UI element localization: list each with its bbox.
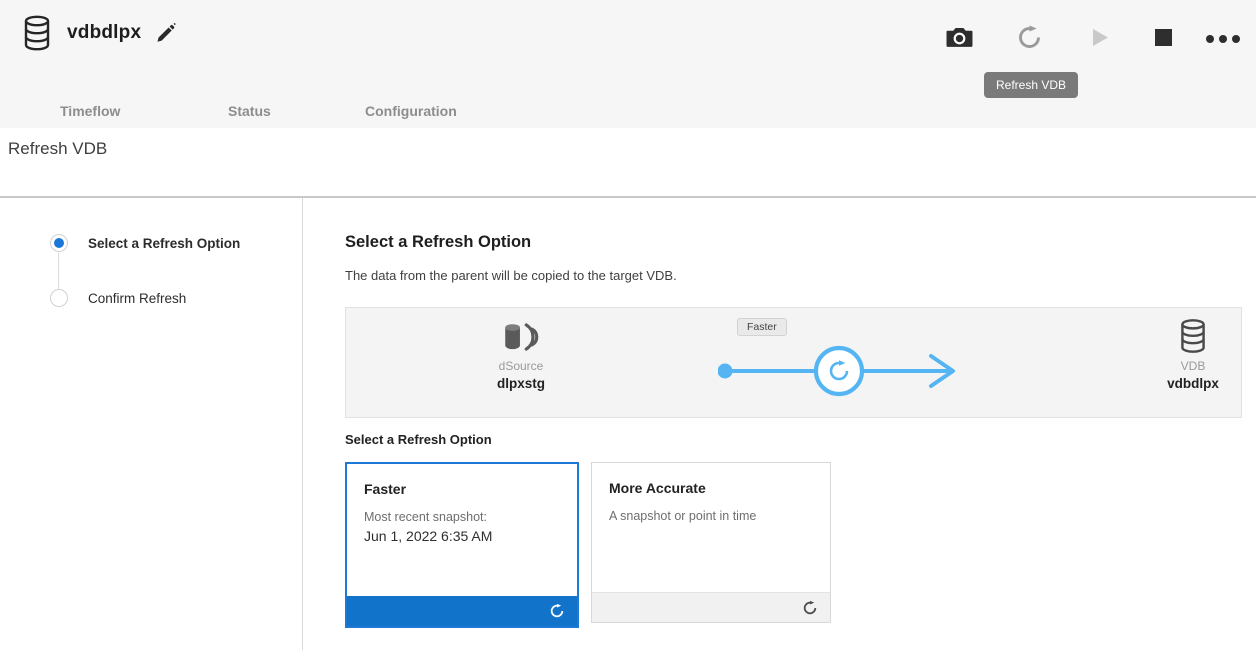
options-group-label: Select a Refresh Option <box>345 432 492 447</box>
tab-timeflow[interactable]: Timeflow <box>60 103 120 119</box>
tab-configuration[interactable]: Configuration <box>365 103 457 119</box>
header: vdbdlpx Refresh VDB Timeflow Status Conf… <box>0 0 1256 128</box>
refresh-vdb-tooltip: Refresh VDB <box>984 72 1078 98</box>
vdb-node: VDB vdbdlpx <box>1153 318 1233 391</box>
section-description: The data from the parent will be copied … <box>345 268 677 283</box>
step-label: Select a Refresh Option <box>88 236 240 251</box>
faster-badge: Faster <box>737 318 787 336</box>
option-title: More Accurate <box>609 480 813 496</box>
vdb-name: vdbdlpx <box>1167 376 1219 391</box>
refresh-vdb-icon[interactable] <box>1016 24 1043 51</box>
step-indicator-inactive <box>50 289 68 307</box>
vdb-icon <box>1178 318 1208 354</box>
vdb-type-label: VDB <box>1181 359 1206 373</box>
option-subtitle: Most recent snapshot: <box>364 508 560 526</box>
option-refresh-action[interactable] <box>347 596 577 626</box>
dsource-type-label: dSource <box>499 359 544 373</box>
option-snapshot-date: Jun 1, 2022 6:35 AM <box>364 528 560 544</box>
section-heading: Select a Refresh Option <box>345 233 531 252</box>
wizard-step-select-option[interactable]: Select a Refresh Option <box>50 234 240 252</box>
page-title: Refresh VDB <box>8 139 107 159</box>
option-card-faster[interactable]: Faster Most recent snapshot: Jun 1, 2022… <box>345 462 579 628</box>
option-card-more-accurate[interactable]: More Accurate A snapshot or point in tim… <box>591 462 831 623</box>
stop-vdb-icon[interactable] <box>1155 29 1172 46</box>
option-refresh-action[interactable] <box>592 592 830 622</box>
step-label: Confirm Refresh <box>88 291 186 306</box>
start-vdb-icon[interactable] <box>1090 27 1110 48</box>
dsource-node: dSource dlpxstg <box>471 320 571 391</box>
more-actions-icon[interactable] <box>1206 35 1240 43</box>
vdb-name-title: vdbdlpx <box>67 22 141 44</box>
snapshot-camera-icon[interactable] <box>946 26 973 49</box>
refresh-icon <box>549 603 565 619</box>
horizontal-divider <box>0 196 1256 198</box>
step-indicator-active <box>50 234 68 252</box>
tab-status[interactable]: Status <box>228 103 271 119</box>
edit-name-icon[interactable] <box>155 23 176 44</box>
tab-bar: Timeflow Status Configuration <box>0 103 1256 128</box>
refresh-arrow-graphic <box>718 340 962 402</box>
wizard-step-confirm-refresh[interactable]: Confirm Refresh <box>50 289 186 307</box>
database-icon <box>20 14 54 52</box>
option-subtitle: A snapshot or point in time <box>609 507 813 525</box>
dsource-name: dlpxstg <box>497 376 545 391</box>
option-title: Faster <box>364 481 560 497</box>
step-connector-line <box>58 253 59 289</box>
vdb-title-row: vdbdlpx <box>20 14 176 52</box>
refresh-icon <box>802 600 818 616</box>
dsource-icon <box>500 320 542 354</box>
sidebar-divider <box>302 198 303 650</box>
refresh-flow-diagram: dSource dlpxstg Faster VDB vdbdlpx <box>345 307 1242 418</box>
